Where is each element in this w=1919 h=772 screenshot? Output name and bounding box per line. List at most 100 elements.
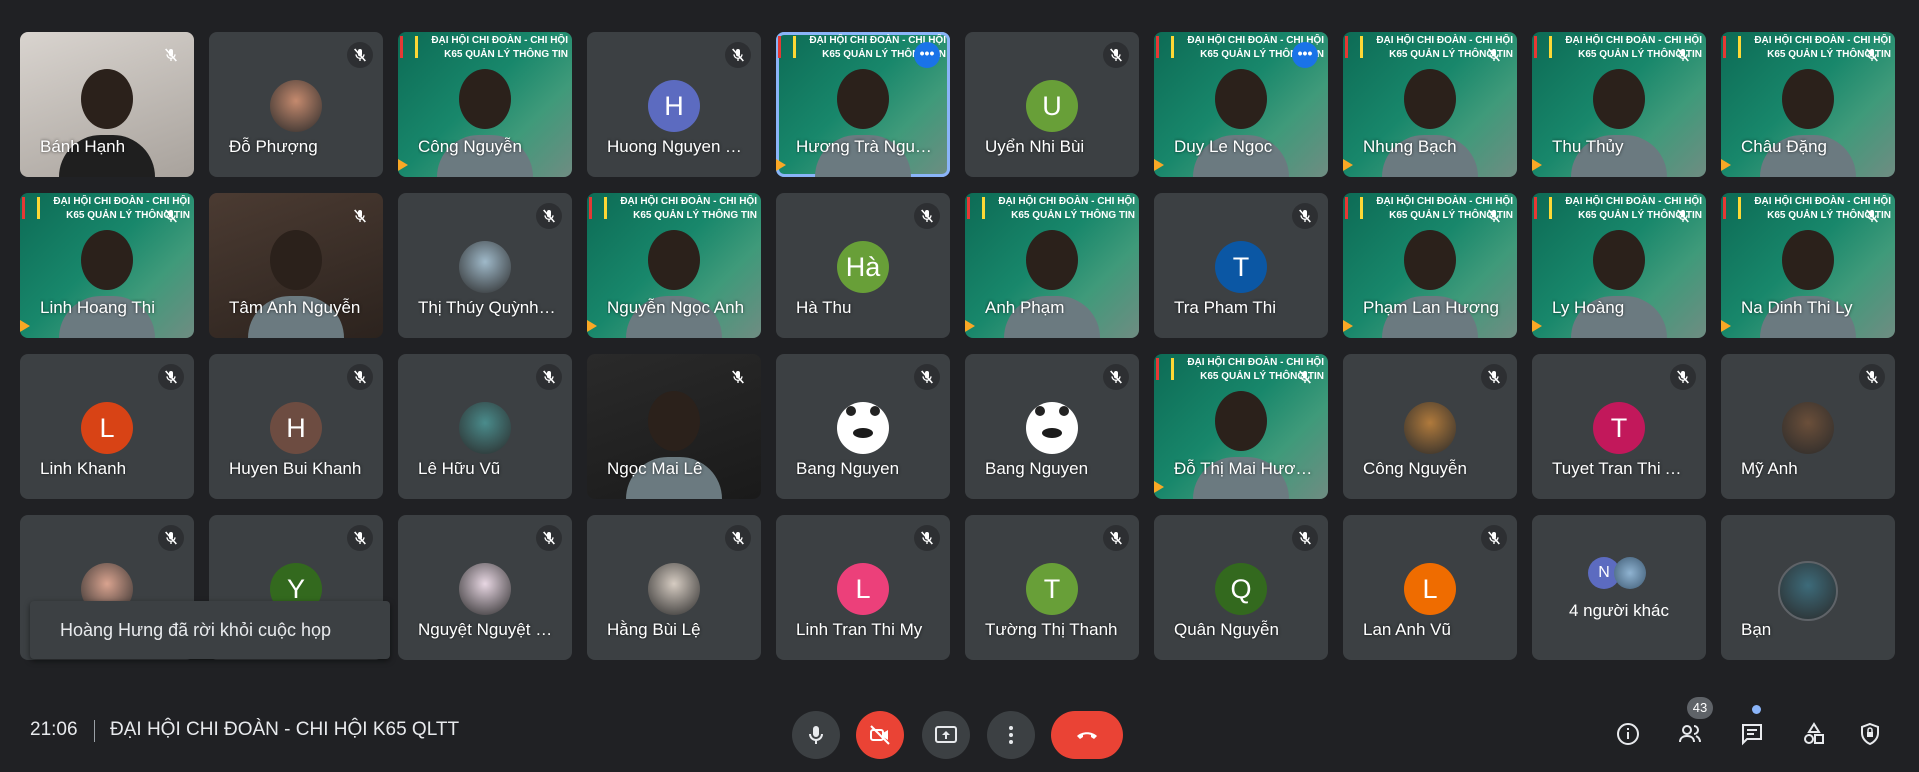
participant-tile[interactable]: L Linh Tran Thi My	[776, 515, 950, 660]
event-banner: ĐẠI HỘI CHI ĐOÀN - CHI HỘI K65 QUẢN LÝ TH…	[607, 195, 757, 223]
participant-tile[interactable]: Bạn	[1721, 515, 1895, 660]
participant-name: Linh Khanh	[40, 459, 127, 478]
more-options-button[interactable]	[987, 711, 1035, 759]
participant-tile[interactable]: ĐẠI HỘI CHI ĐOÀN - CHI HỘI K65 QUẢN LÝ TH…	[1154, 354, 1328, 499]
participant-name: Hương Trà Nguyễn	[796, 137, 936, 156]
more-options-icon	[1009, 726, 1013, 744]
avatar	[1614, 557, 1646, 589]
event-logo-icon	[1534, 36, 1552, 58]
mic-off-icon	[1292, 203, 1318, 229]
participant-tile[interactable]: ĐẠI HỘI CHI ĐOÀN - CHI HỘI K65 QUẢN LÝ TH…	[965, 193, 1139, 338]
mic-off-icon	[1481, 525, 1507, 551]
participant-name: Linh Hoang Thi	[40, 298, 155, 317]
mic-off-icon	[1859, 42, 1885, 68]
participant-tile[interactable]: N 4 người khác	[1532, 515, 1706, 660]
participant-tile[interactable]: ĐẠI HỘI CHI ĐOÀN - CHI HỘI K65 QUẢN LÝ TH…	[20, 193, 194, 338]
person-head	[1782, 69, 1834, 129]
camera-button[interactable]	[856, 711, 904, 759]
end-call-icon	[1077, 732, 1097, 739]
people-button[interactable]	[1670, 714, 1710, 754]
participant-tile[interactable]: ĐẠI HỘI CHI ĐOÀN - CHI HỘI K65 QUẢN LÝ TH…	[776, 32, 950, 177]
camera-off-icon	[870, 725, 890, 745]
host-controls-button[interactable]	[1850, 714, 1890, 754]
participant-name: Tường Thị Thanh	[985, 620, 1118, 639]
bottom-control-bar: 21:06 ĐẠI HỘI CHI ĐOÀN - CHI HỘI K65 QLT…	[0, 692, 1919, 772]
participant-tile[interactable]: Bang Nguyen	[965, 354, 1139, 499]
end-call-button[interactable]	[1051, 711, 1123, 759]
participant-tile[interactable]: Nguyệt Nguyệt Nguyễn	[398, 515, 572, 660]
participant-name: Đỗ Phượng	[229, 137, 318, 156]
microphone-button[interactable]	[792, 711, 840, 759]
speaking-indicator-icon: •••	[1292, 42, 1318, 68]
participant-tile[interactable]: Mỹ Anh	[1721, 354, 1895, 499]
participant-tile[interactable]: U Uyển Nhi Bùi	[965, 32, 1139, 177]
mic-off-icon	[1292, 364, 1318, 390]
participant-name: Duy Le Ngoc	[1174, 137, 1273, 156]
participant-video-feed	[59, 59, 155, 177]
participant-name: Bánh Hạnh	[40, 137, 126, 156]
event-logo-icon	[22, 197, 40, 219]
participant-tile[interactable]: Ngọc Mai Lê	[587, 354, 761, 499]
activities-button[interactable]	[1794, 714, 1834, 754]
participant-name: Na Dinh Thi Ly	[1741, 298, 1853, 317]
avatar	[459, 402, 511, 454]
participant-tile[interactable]: ĐẠI HỘI CHI ĐOÀN - CHI HỘI K65 QUẢN LÝ TH…	[1154, 32, 1328, 177]
participant-tile[interactable]: ĐẠI HỘI CHI ĐOÀN - CHI HỘI K65 QUẢN LÝ TH…	[1721, 32, 1895, 177]
event-logo-icon	[1345, 36, 1363, 58]
person-head	[1404, 69, 1456, 129]
activities-icon	[1804, 722, 1824, 744]
participant-video-feed	[1004, 220, 1100, 338]
participant-tile[interactable]: T Tường Thị Thanh	[965, 515, 1139, 660]
participant-name: Nguyệt Nguyệt Nguyễn	[418, 620, 558, 639]
participant-tile[interactable]: ĐẠI HỘI CHI ĐOÀN - CHI HỘI K65 QUẢN LÝ TH…	[1532, 32, 1706, 177]
mic-off-icon	[1103, 525, 1129, 551]
participant-tile[interactable]: ĐẠI HỘI CHI ĐOÀN - CHI HỘI K65 QUẢN LÝ TH…	[1721, 193, 1895, 338]
person-head	[837, 69, 889, 129]
participant-tile[interactable]: L Linh Khanh	[20, 354, 194, 499]
meeting-details-button[interactable]	[1608, 714, 1648, 754]
banner-line: ĐẠI HỘI CHI ĐOÀN - CHI HỘI	[998, 196, 1135, 207]
person-head	[1026, 230, 1078, 290]
participant-tile[interactable]: Thị Thúy Quỳnh Nguyễn	[398, 193, 572, 338]
person-head	[1404, 230, 1456, 290]
participant-tile[interactable]: Công Nguyễn	[1343, 354, 1517, 499]
participant-name: Mỹ Anh	[1741, 459, 1798, 478]
participant-tile[interactable]: T Tra Pham Thi	[1154, 193, 1328, 338]
participant-tile[interactable]: Lê Hữu Vũ	[398, 354, 572, 499]
participant-tile[interactable]: Đỗ Phượng	[209, 32, 383, 177]
participant-tile[interactable]: H Huong Nguyen Thi	[587, 32, 761, 177]
participant-tile[interactable]: H Huyen Bui Khanh	[209, 354, 383, 499]
mic-off-icon	[347, 364, 373, 390]
present-screen-button[interactable]	[922, 711, 970, 759]
participant-tile[interactable]: ĐẠI HỘI CHI ĐOÀN - CHI HỘI K65 QUẢN LÝ TH…	[398, 32, 572, 177]
participant-tile[interactable]: ĐẠI HỘI CHI ĐOÀN - CHI HỘI K65 QUẢN LÝ TH…	[1343, 193, 1517, 338]
avatar	[1404, 402, 1456, 454]
participant-tile[interactable]: Hằng Bùi Lệ	[587, 515, 761, 660]
mic-off-icon	[347, 525, 373, 551]
participant-tile[interactable]: Bánh Hạnh	[20, 32, 194, 177]
participant-video-feed	[626, 381, 722, 499]
avatar: Q	[1215, 563, 1267, 615]
mic-icon	[809, 726, 823, 744]
participant-tile[interactable]: L Lan Anh Vũ	[1343, 515, 1517, 660]
person-head	[1215, 391, 1267, 451]
avatar: H	[270, 402, 322, 454]
participant-tile[interactable]: ĐẠI HỘI CHI ĐOÀN - CHI HỘI K65 QUẢN LÝ TH…	[587, 193, 761, 338]
participant-tile[interactable]: Bang Nguyen	[776, 354, 950, 499]
event-logo-icon	[400, 36, 418, 58]
person-head	[270, 230, 322, 290]
notification-toast: Hoàng Hưng đã rời khỏi cuộc họp	[30, 601, 390, 659]
mic-off-icon	[347, 203, 373, 229]
chat-button[interactable]	[1732, 714, 1772, 754]
participant-video-feed	[59, 220, 155, 338]
participant-video-feed	[1382, 220, 1478, 338]
mic-off-icon	[725, 364, 751, 390]
participant-tile[interactable]: Tâm Anh Nguyễn	[209, 193, 383, 338]
avatar: H	[648, 80, 700, 132]
participant-tile[interactable]: T Tuyet Tran Thi Anh	[1532, 354, 1706, 499]
participant-tile[interactable]: Q Quân Nguyễn	[1154, 515, 1328, 660]
participant-tile[interactable]: ĐẠI HỘI CHI ĐOÀN - CHI HỘI K65 QUẢN LÝ TH…	[1343, 32, 1517, 177]
participant-tile[interactable]: ĐẠI HỘI CHI ĐOÀN - CHI HỘI K65 QUẢN LÝ TH…	[1532, 193, 1706, 338]
avatar: L	[837, 563, 889, 615]
participant-tile[interactable]: Hà Hà Thu	[776, 193, 950, 338]
